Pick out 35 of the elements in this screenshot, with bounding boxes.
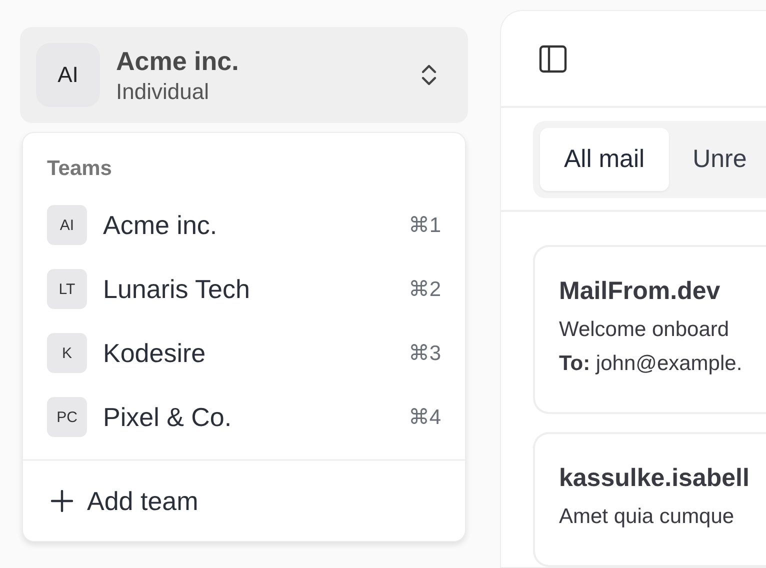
mail-recipient: To: john@example. xyxy=(559,352,744,376)
team-name: Lunaris Tech xyxy=(103,274,251,304)
mail-tab[interactable]: All mail xyxy=(540,128,669,191)
plus-icon xyxy=(51,490,73,512)
mail-card[interactable]: kassulke.isabell Amet quia cumque xyxy=(533,432,766,567)
mail-sender: MailFrom.dev xyxy=(559,277,722,306)
shortcut-label: ⌘4 xyxy=(408,404,441,430)
team-menu-item[interactable]: LT Lunaris Tech ⌘2 xyxy=(23,257,465,321)
team-avatar: K xyxy=(47,333,87,373)
team-avatar: AI xyxy=(47,205,87,245)
team-name: Acme inc. xyxy=(116,46,240,76)
shortcut-label: ⌘2 xyxy=(408,276,441,302)
add-team-label: Add team xyxy=(87,486,200,516)
team-menu-item[interactable]: K Kodesire ⌘3 xyxy=(23,321,465,385)
mail-sender: kassulke.isabell xyxy=(559,464,750,493)
team-name: Pixel & Co. xyxy=(103,402,233,432)
mail-card[interactable]: MailFrom.dev Welcome onboard To: john@example. xyxy=(533,245,766,414)
team-avatar: PC xyxy=(47,397,87,437)
team-switcher[interactable]: AI Acme inc. Individual xyxy=(20,27,468,123)
team-menu-item[interactable]: AI Acme inc. ⌘1 xyxy=(23,193,465,257)
mail-tab[interactable]: Unre xyxy=(678,128,761,191)
add-team-item[interactable]: Add team xyxy=(23,461,465,541)
mail-subject: Welcome onboard xyxy=(559,318,730,342)
mail-subject: Amet quia cumque xyxy=(559,505,736,529)
team-name: Acme inc. xyxy=(103,210,218,240)
sidebar-toggle-icon[interactable] xyxy=(539,44,567,72)
shortcut-label: ⌘3 xyxy=(408,340,441,366)
team-menu-item[interactable]: PC Pixel & Co. ⌘4 xyxy=(23,385,465,449)
team-name: Kodesire xyxy=(103,338,207,368)
menu-heading: Teams xyxy=(46,157,113,182)
team-plan: Individual xyxy=(116,78,210,104)
team-avatar: AI xyxy=(36,43,100,107)
team-avatar: LT xyxy=(47,269,87,309)
chevrons-icon xyxy=(420,62,438,88)
shortcut-label: ⌘1 xyxy=(408,212,441,238)
